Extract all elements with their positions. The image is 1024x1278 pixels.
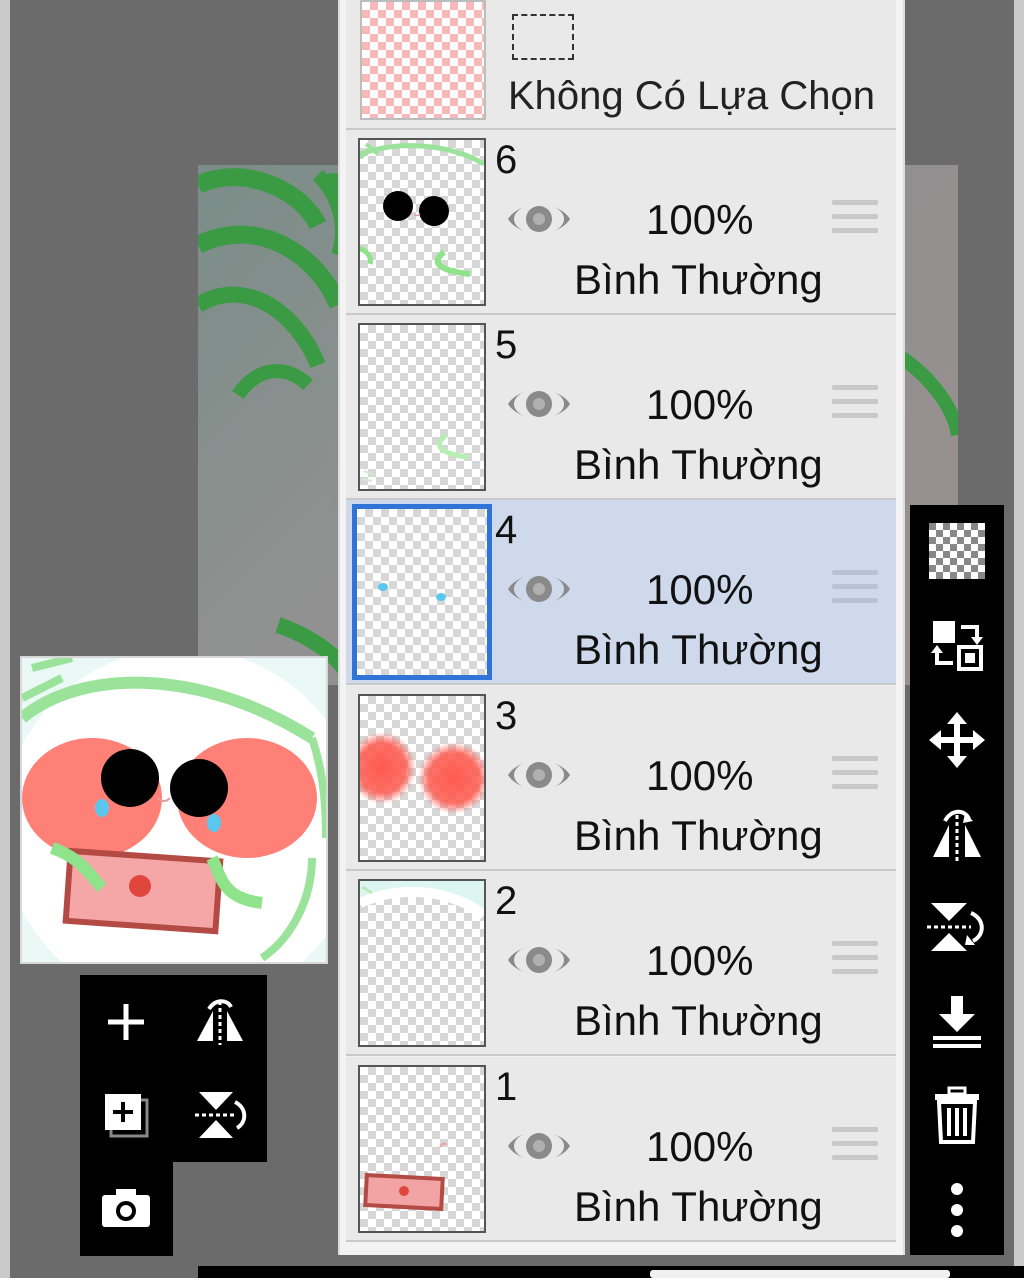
- transparency-checker-icon[interactable]: [927, 521, 987, 581]
- add-layer-icon[interactable]: [96, 992, 156, 1052]
- drag-handle-icon[interactable]: [832, 385, 878, 425]
- selection-thumbnail: [360, 0, 486, 120]
- eye-icon[interactable]: [506, 937, 572, 983]
- layer-tools-toolbar: [80, 975, 267, 1162]
- layer-blend-mode[interactable]: Bình Thường: [574, 812, 823, 860]
- layer-opacity[interactable]: 100%: [646, 937, 753, 985]
- merge-down-icon[interactable]: [927, 992, 987, 1052]
- drag-handle-icon[interactable]: [832, 200, 878, 240]
- trash-icon[interactable]: [927, 1085, 987, 1145]
- flip-vertical-icon[interactable]: [190, 1085, 250, 1145]
- drag-handle-icon[interactable]: [832, 941, 878, 981]
- layer-blend-mode[interactable]: Bình Thường: [574, 441, 823, 489]
- eye-icon[interactable]: [506, 566, 572, 612]
- layer-opacity[interactable]: 100%: [646, 381, 753, 429]
- move-icon[interactable]: [927, 710, 987, 770]
- drag-handle-icon[interactable]: [832, 1127, 878, 1167]
- layer-opacity[interactable]: 100%: [646, 196, 753, 244]
- layer-blend-mode[interactable]: Bình Thường: [574, 1183, 823, 1231]
- layer-blend-mode[interactable]: Bình Thường: [574, 256, 823, 304]
- drag-handle-icon[interactable]: [832, 570, 878, 610]
- layer-thumbnail: [358, 1065, 486, 1233]
- layer-thumbnail: [358, 323, 486, 491]
- flip-vertical-icon[interactable]: [927, 897, 987, 957]
- swap-layer-icon[interactable]: [927, 615, 987, 675]
- bottom-bar: [198, 1266, 1024, 1278]
- layer-number: 5: [495, 323, 518, 367]
- selection-marquee-icon: [512, 14, 574, 60]
- layer-number: 4: [495, 508, 518, 552]
- layer-row-4[interactable]: 4 100% Bình Thường: [346, 500, 896, 685]
- layer-row-1[interactable]: 1 100% Bình Thường: [346, 1057, 896, 1242]
- layer-thumbnail: [352, 504, 492, 680]
- layer-number: 3: [495, 694, 518, 738]
- camera-icon[interactable]: [96, 1178, 156, 1238]
- layer-row-3[interactable]: 3 100% Bình Thường: [346, 686, 896, 871]
- layer-number: 6: [495, 138, 518, 182]
- eye-icon[interactable]: [506, 196, 572, 242]
- layer-thumbnail: [358, 879, 486, 1047]
- layer-number: 2: [495, 879, 518, 923]
- eye-icon[interactable]: [506, 381, 572, 427]
- camera-toolbar: [80, 1160, 173, 1256]
- layer-row-5[interactable]: 5 100% Bình Thường: [346, 315, 896, 500]
- canvas-preview[interactable]: [20, 656, 328, 964]
- window-frame-right: [1014, 0, 1024, 1278]
- flip-horizontal-icon[interactable]: [927, 803, 987, 863]
- layer-opacity[interactable]: 100%: [646, 752, 753, 800]
- layer-blend-mode[interactable]: Bình Thường: [574, 997, 823, 1045]
- layer-opacity[interactable]: 100%: [646, 1123, 753, 1171]
- window-frame-left: [0, 0, 10, 1278]
- layer-row-6[interactable]: 6 100% Bình Thường: [346, 130, 896, 315]
- eye-icon[interactable]: [506, 752, 572, 798]
- selection-layer-row[interactable]: Không Có Lựa Chọn: [346, 0, 896, 130]
- layer-opacity[interactable]: 100%: [646, 566, 753, 614]
- layer-blend-mode[interactable]: Bình Thường: [574, 626, 823, 674]
- bottom-bar-field[interactable]: [650, 1270, 950, 1278]
- preview-artwork: [22, 658, 326, 962]
- flip-horizontal-icon[interactable]: [190, 992, 250, 1052]
- add-layer-copy-icon[interactable]: [96, 1085, 156, 1145]
- selection-status-label: Không Có Lựa Chọn: [508, 74, 876, 118]
- layer-row-2[interactable]: 2 100% Bình Thường: [346, 871, 896, 1056]
- more-options-icon[interactable]: [927, 1180, 987, 1240]
- layer-thumbnail: [358, 694, 486, 862]
- eye-icon[interactable]: [506, 1123, 572, 1169]
- layer-number: 1: [495, 1065, 518, 1109]
- layer-actions-toolbar: [910, 505, 1004, 1255]
- layer-thumbnail: [358, 138, 486, 306]
- drag-handle-icon[interactable]: [832, 756, 878, 796]
- layer-panel: Không Có Lựa Chọn 6 100% Bình Thường 5 1…: [338, 0, 905, 1255]
